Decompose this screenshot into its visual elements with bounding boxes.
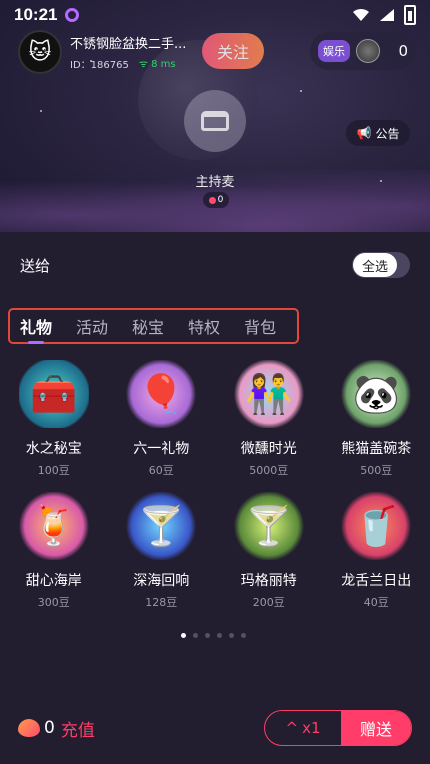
balance-value: 0 (44, 718, 55, 738)
cocktail-blue-icon: 🍸 (126, 492, 197, 560)
tab-gifts[interactable]: 礼物 (20, 314, 52, 344)
gift-price: 200豆 (252, 596, 285, 609)
select-all-label: 全选 (353, 253, 397, 277)
star-decoration (300, 90, 302, 92)
follow-button[interactable]: 关注 (202, 33, 264, 69)
app-indicator-icon (65, 8, 80, 22)
online-count: 0 (398, 42, 408, 60)
host-mic-seat[interactable] (184, 90, 246, 152)
quantity-selector[interactable]: ^ x1 (265, 711, 341, 745)
gift-item[interactable]: 🎈 六一礼物 60豆 (108, 360, 216, 478)
send-gift-button[interactable]: 赠送 (341, 711, 411, 745)
gift-name: 龙舌兰日出 (341, 573, 412, 589)
online-user-avatar[interactable] (356, 39, 380, 63)
balloon-61-icon: 🎈 (126, 360, 197, 428)
notice-button[interactable]: 📢 公告 (346, 120, 410, 146)
gift-price: 128豆 (145, 596, 178, 609)
page-dot[interactable] (217, 633, 222, 638)
host-text: 不锈钢脸盆换二手... ID：186765 ᯤ 8 ms (70, 33, 186, 71)
send-to-label: 送给 (20, 256, 51, 275)
gift-item[interactable]: 🍸 玛格丽特 200豆 (215, 492, 323, 610)
page-dot[interactable] (241, 633, 246, 638)
bean-coin-icon (18, 719, 40, 737)
gift-name: 熊猫盖碗茶 (341, 441, 412, 457)
bottom-bar: 0 充值 ^ x1 赠送 (0, 708, 430, 748)
gift-price: 300豆 (37, 596, 70, 609)
gift-name: 玛格丽特 (240, 573, 297, 589)
gift-item[interactable]: 🐼 熊猫盖碗茶 500豆 (323, 360, 430, 478)
status-icons (352, 5, 416, 25)
page-dot[interactable] (181, 633, 186, 638)
treasure-chest-icon: 🧰 (18, 360, 89, 428)
send-to-row: 送给 全选 (0, 248, 430, 282)
select-all-toggle[interactable]: 全选 (352, 252, 410, 278)
send-controls: ^ x1 赠送 (264, 710, 412, 746)
star-decoration (40, 110, 42, 112)
margarita-icon: 🍸 (233, 492, 304, 560)
seat-heart-count: 0 (217, 195, 224, 205)
room-stats[interactable]: 娱乐 0 (310, 32, 416, 70)
tequila-sunrise-icon: 🥤 (341, 492, 412, 560)
host-name: 不锈钢脸盆换二手... (70, 37, 187, 52)
megaphone-icon: 📢 (356, 126, 372, 140)
host-avatar[interactable]: 🐱 (18, 30, 62, 74)
heart-icon (208, 196, 216, 204)
tab-backpack[interactable]: 背包 (244, 314, 276, 338)
gift-price: 40豆 (363, 596, 389, 609)
gift-name: 微醺时光 (240, 441, 297, 457)
gift-item[interactable]: 🍹 甜心海岸 300豆 (0, 492, 108, 610)
gift-item[interactable]: 👫 微醺时光 5000豆 (215, 360, 323, 478)
gift-name: 深海回响 (133, 573, 190, 589)
gift-price: 100豆 (37, 464, 70, 477)
gift-price: 500豆 (360, 464, 393, 477)
seat-label: 主持麦 (195, 175, 235, 190)
wifi-icon (353, 8, 369, 21)
battery-icon (404, 5, 416, 25)
status-time: 10:21 (14, 5, 58, 24)
gift-price: 60豆 (148, 464, 174, 477)
panda-tea-icon: 🐼 (341, 360, 412, 428)
gift-price: 5000豆 (249, 464, 289, 477)
host-meta: ID：186765 ᯤ 8 ms (70, 56, 186, 71)
page-dot[interactable] (193, 633, 198, 638)
category-badge: 娱乐 (318, 40, 350, 62)
status-bar: 10:21 (0, 0, 430, 30)
cocktail-sweet-icon: 🍹 (18, 492, 89, 560)
page-dot[interactable] (229, 633, 234, 638)
recharge-link[interactable]: 充值 (61, 716, 95, 741)
couple-beach-icon: 👫 (233, 360, 304, 428)
seat-heart-badge: 0 (203, 192, 229, 208)
page-dot[interactable] (205, 633, 210, 638)
gift-name: 水之秘宝 (25, 441, 82, 457)
signal-icon (380, 9, 394, 21)
gift-item[interactable]: 🧰 水之秘宝 100豆 (0, 360, 108, 478)
gift-name: 甜心海岸 (25, 573, 82, 589)
tab-events[interactable]: 活动 (76, 314, 108, 338)
host-ping-value: 8 ms (151, 59, 176, 70)
gift-grid: 🧰 水之秘宝 100豆 🎈 六一礼物 60豆 👫 微醺时光 5000豆 🐼 熊猫… (0, 360, 430, 610)
tab-privilege[interactable]: 特权 (188, 314, 220, 338)
notice-label: 公告 (375, 126, 400, 141)
host-info[interactable]: 🐱 不锈钢脸盆换二手... ID：186765 ᯤ 8 ms (18, 30, 186, 74)
quantity-label: x1 (302, 719, 321, 737)
gift-item[interactable]: 🍸 深海回响 128豆 (108, 492, 216, 610)
gift-item[interactable]: 🥤 龙舌兰日出 40豆 (323, 492, 430, 610)
gift-name: 六一礼物 (133, 441, 190, 457)
tab-treasure[interactable]: 秘宝 (132, 314, 164, 338)
gift-panel: 送给 全选 礼物 活动 秘宝 特权 背包 🧰 水之秘宝 100豆 🎈 六一礼物 … (0, 232, 430, 764)
host-id: ID：186765 (70, 60, 129, 71)
gift-tabs: 礼物 活动 秘宝 特权 背包 (8, 308, 299, 344)
sofa-icon (201, 111, 229, 131)
page-indicator (181, 633, 246, 638)
chevron-up-icon: ^ (285, 719, 299, 737)
host-ping: ᯤ 8 ms (138, 59, 176, 70)
